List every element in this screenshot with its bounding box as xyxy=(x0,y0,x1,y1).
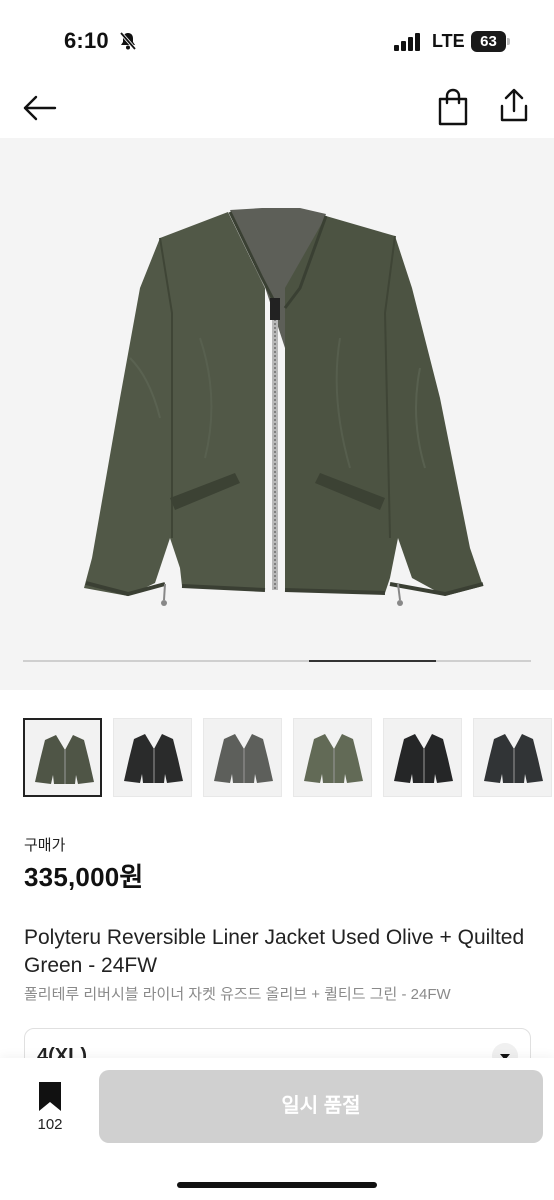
back-button[interactable] xyxy=(20,88,60,128)
thumbnail-3[interactable] xyxy=(203,718,282,797)
back-arrow-icon xyxy=(23,95,57,121)
signal-icon xyxy=(394,33,420,51)
product-title: Polyteru Reversible Liner Jacket Used Ol… xyxy=(24,926,525,977)
gallery-progress xyxy=(23,660,531,662)
battery-cap xyxy=(507,38,510,45)
home-indicator xyxy=(177,1182,377,1188)
thumbnail-4[interactable] xyxy=(293,718,372,797)
jacket-illustration xyxy=(84,208,484,606)
thumbnail-1[interactable] xyxy=(23,718,102,797)
thumbnail-jacket-image xyxy=(394,734,453,783)
battery-level: 63 xyxy=(471,31,506,52)
thumbnail-jacket-image xyxy=(304,734,363,783)
thumbnail-2[interactable] xyxy=(113,718,192,797)
bell-slash-icon xyxy=(119,31,137,51)
nav-bar xyxy=(0,80,554,136)
share-icon xyxy=(500,88,528,122)
battery-icon: 63 xyxy=(471,31,511,52)
status-bar: 6:10 LTE 63 xyxy=(0,0,554,80)
share-button[interactable] xyxy=(494,86,534,126)
bookmark-icon xyxy=(39,1082,61,1111)
shop-button[interactable] xyxy=(434,87,472,127)
bottom-action-bar: 102 일시 품절 xyxy=(0,1058,554,1200)
thumbnail-jacket-image xyxy=(124,734,183,783)
soldout-button[interactable]: 일시 품절 xyxy=(99,1070,543,1143)
thumbnail-strip xyxy=(0,718,554,800)
thumbnail-jacket-image xyxy=(214,734,273,783)
gallery-progress-fill xyxy=(309,660,436,662)
status-time: 6:10 xyxy=(64,28,109,53)
thumbnail-6[interactable] xyxy=(473,718,552,797)
price-label: 구매가 xyxy=(24,837,66,854)
network-label: LTE xyxy=(432,31,465,51)
product-subtitle: 폴리테루 리버시블 라이너 자켓 유즈드 올리브 + 퀼티드 그린 - 24FW xyxy=(24,986,451,1003)
bookmark-count: 102 xyxy=(37,1116,63,1133)
thumbnail-jacket-image xyxy=(35,735,94,784)
price-value: 335,000원 xyxy=(24,862,144,892)
shopping-bag-icon xyxy=(438,88,468,126)
thumbnail-jacket-image xyxy=(484,734,543,783)
product-image[interactable] xyxy=(0,138,554,690)
thumbnail-5[interactable] xyxy=(383,718,462,797)
bookmark-button[interactable]: 102 xyxy=(24,1080,76,1136)
